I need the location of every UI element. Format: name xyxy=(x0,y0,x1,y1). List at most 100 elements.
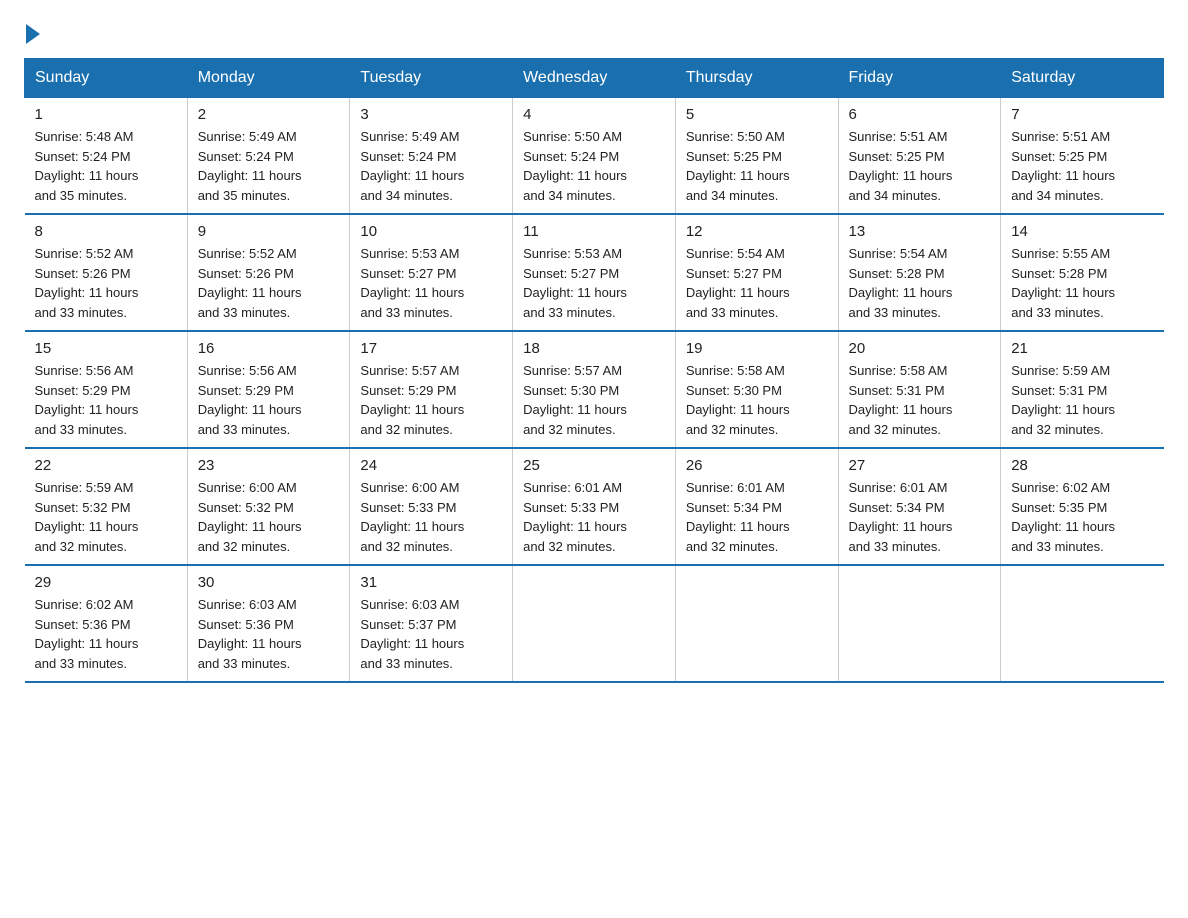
calendar-cell: 12 Sunrise: 5:54 AMSunset: 5:27 PMDaylig… xyxy=(675,214,838,331)
weekday-header-wednesday: Wednesday xyxy=(513,59,676,98)
day-info: Sunrise: 5:51 AMSunset: 5:25 PMDaylight:… xyxy=(1011,127,1153,205)
calendar-week-row: 1 Sunrise: 5:48 AMSunset: 5:24 PMDayligh… xyxy=(25,98,1164,215)
day-number: 2 xyxy=(198,106,340,123)
calendar-cell: 26 Sunrise: 6:01 AMSunset: 5:34 PMDaylig… xyxy=(675,448,838,565)
calendar-cell xyxy=(513,565,676,682)
day-number: 14 xyxy=(1011,223,1153,240)
calendar-week-row: 8 Sunrise: 5:52 AMSunset: 5:26 PMDayligh… xyxy=(25,214,1164,331)
day-number: 18 xyxy=(523,340,665,357)
day-number: 24 xyxy=(360,457,502,474)
calendar-cell: 14 Sunrise: 5:55 AMSunset: 5:28 PMDaylig… xyxy=(1001,214,1164,331)
calendar-cell: 7 Sunrise: 5:51 AMSunset: 5:25 PMDayligh… xyxy=(1001,98,1164,215)
day-number: 15 xyxy=(35,340,177,357)
calendar-cell: 3 Sunrise: 5:49 AMSunset: 5:24 PMDayligh… xyxy=(350,98,513,215)
day-info: Sunrise: 5:49 AMSunset: 5:24 PMDaylight:… xyxy=(198,127,340,205)
day-number: 23 xyxy=(198,457,340,474)
day-info: Sunrise: 5:52 AMSunset: 5:26 PMDaylight:… xyxy=(198,244,340,322)
day-info: Sunrise: 6:03 AMSunset: 5:36 PMDaylight:… xyxy=(198,595,340,673)
calendar-cell xyxy=(675,565,838,682)
day-number: 1 xyxy=(35,106,177,123)
day-info: Sunrise: 5:59 AMSunset: 5:32 PMDaylight:… xyxy=(35,478,177,556)
day-number: 27 xyxy=(849,457,991,474)
calendar-week-row: 29 Sunrise: 6:02 AMSunset: 5:36 PMDaylig… xyxy=(25,565,1164,682)
day-number: 28 xyxy=(1011,457,1153,474)
day-info: Sunrise: 6:02 AMSunset: 5:35 PMDaylight:… xyxy=(1011,478,1153,556)
day-info: Sunrise: 5:54 AMSunset: 5:28 PMDaylight:… xyxy=(849,244,991,322)
day-number: 10 xyxy=(360,223,502,240)
calendar-cell: 10 Sunrise: 5:53 AMSunset: 5:27 PMDaylig… xyxy=(350,214,513,331)
calendar-cell: 29 Sunrise: 6:02 AMSunset: 5:36 PMDaylig… xyxy=(25,565,188,682)
day-info: Sunrise: 5:58 AMSunset: 5:31 PMDaylight:… xyxy=(849,361,991,439)
calendar-cell: 8 Sunrise: 5:52 AMSunset: 5:26 PMDayligh… xyxy=(25,214,188,331)
calendar-cell: 30 Sunrise: 6:03 AMSunset: 5:36 PMDaylig… xyxy=(187,565,350,682)
day-number: 3 xyxy=(360,106,502,123)
calendar-header-row: SundayMondayTuesdayWednesdayThursdayFrid… xyxy=(25,59,1164,98)
calendar-cell: 17 Sunrise: 5:57 AMSunset: 5:29 PMDaylig… xyxy=(350,331,513,448)
calendar-cell: 19 Sunrise: 5:58 AMSunset: 5:30 PMDaylig… xyxy=(675,331,838,448)
weekday-header-sunday: Sunday xyxy=(25,59,188,98)
day-number: 13 xyxy=(849,223,991,240)
day-info: Sunrise: 6:03 AMSunset: 5:37 PMDaylight:… xyxy=(360,595,502,673)
day-info: Sunrise: 5:55 AMSunset: 5:28 PMDaylight:… xyxy=(1011,244,1153,322)
calendar-table: SundayMondayTuesdayWednesdayThursdayFrid… xyxy=(24,58,1164,683)
day-info: Sunrise: 6:01 AMSunset: 5:34 PMDaylight:… xyxy=(849,478,991,556)
calendar-cell: 13 Sunrise: 5:54 AMSunset: 5:28 PMDaylig… xyxy=(838,214,1001,331)
day-number: 7 xyxy=(1011,106,1153,123)
day-info: Sunrise: 5:57 AMSunset: 5:30 PMDaylight:… xyxy=(523,361,665,439)
day-number: 26 xyxy=(686,457,828,474)
calendar-cell: 20 Sunrise: 5:58 AMSunset: 5:31 PMDaylig… xyxy=(838,331,1001,448)
day-info: Sunrise: 5:51 AMSunset: 5:25 PMDaylight:… xyxy=(849,127,991,205)
day-number: 8 xyxy=(35,223,177,240)
calendar-cell: 23 Sunrise: 6:00 AMSunset: 5:32 PMDaylig… xyxy=(187,448,350,565)
day-info: Sunrise: 5:53 AMSunset: 5:27 PMDaylight:… xyxy=(523,244,665,322)
day-number: 20 xyxy=(849,340,991,357)
day-number: 4 xyxy=(523,106,665,123)
calendar-cell: 21 Sunrise: 5:59 AMSunset: 5:31 PMDaylig… xyxy=(1001,331,1164,448)
calendar-cell: 2 Sunrise: 5:49 AMSunset: 5:24 PMDayligh… xyxy=(187,98,350,215)
calendar-cell: 5 Sunrise: 5:50 AMSunset: 5:25 PMDayligh… xyxy=(675,98,838,215)
calendar-cell: 24 Sunrise: 6:00 AMSunset: 5:33 PMDaylig… xyxy=(350,448,513,565)
weekday-header-saturday: Saturday xyxy=(1001,59,1164,98)
day-info: Sunrise: 6:02 AMSunset: 5:36 PMDaylight:… xyxy=(35,595,177,673)
day-number: 31 xyxy=(360,574,502,591)
weekday-header-thursday: Thursday xyxy=(675,59,838,98)
day-info: Sunrise: 5:50 AMSunset: 5:24 PMDaylight:… xyxy=(523,127,665,205)
calendar-cell: 18 Sunrise: 5:57 AMSunset: 5:30 PMDaylig… xyxy=(513,331,676,448)
calendar-cell: 4 Sunrise: 5:50 AMSunset: 5:24 PMDayligh… xyxy=(513,98,676,215)
day-number: 12 xyxy=(686,223,828,240)
day-number: 9 xyxy=(198,223,340,240)
day-number: 11 xyxy=(523,223,665,240)
calendar-week-row: 15 Sunrise: 5:56 AMSunset: 5:29 PMDaylig… xyxy=(25,331,1164,448)
calendar-week-row: 22 Sunrise: 5:59 AMSunset: 5:32 PMDaylig… xyxy=(25,448,1164,565)
day-number: 16 xyxy=(198,340,340,357)
day-info: Sunrise: 5:54 AMSunset: 5:27 PMDaylight:… xyxy=(686,244,828,322)
day-info: Sunrise: 5:53 AMSunset: 5:27 PMDaylight:… xyxy=(360,244,502,322)
day-info: Sunrise: 5:48 AMSunset: 5:24 PMDaylight:… xyxy=(35,127,177,205)
calendar-cell xyxy=(1001,565,1164,682)
weekday-header-monday: Monday xyxy=(187,59,350,98)
day-number: 17 xyxy=(360,340,502,357)
calendar-cell: 1 Sunrise: 5:48 AMSunset: 5:24 PMDayligh… xyxy=(25,98,188,215)
day-info: Sunrise: 6:01 AMSunset: 5:33 PMDaylight:… xyxy=(523,478,665,556)
calendar-cell: 11 Sunrise: 5:53 AMSunset: 5:27 PMDaylig… xyxy=(513,214,676,331)
day-number: 19 xyxy=(686,340,828,357)
calendar-cell: 22 Sunrise: 5:59 AMSunset: 5:32 PMDaylig… xyxy=(25,448,188,565)
day-info: Sunrise: 5:52 AMSunset: 5:26 PMDaylight:… xyxy=(35,244,177,322)
day-info: Sunrise: 5:58 AMSunset: 5:30 PMDaylight:… xyxy=(686,361,828,439)
day-number: 22 xyxy=(35,457,177,474)
day-number: 21 xyxy=(1011,340,1153,357)
day-number: 25 xyxy=(523,457,665,474)
calendar-cell: 27 Sunrise: 6:01 AMSunset: 5:34 PMDaylig… xyxy=(838,448,1001,565)
day-info: Sunrise: 5:50 AMSunset: 5:25 PMDaylight:… xyxy=(686,127,828,205)
calendar-cell: 31 Sunrise: 6:03 AMSunset: 5:37 PMDaylig… xyxy=(350,565,513,682)
day-info: Sunrise: 6:00 AMSunset: 5:32 PMDaylight:… xyxy=(198,478,340,556)
calendar-cell: 15 Sunrise: 5:56 AMSunset: 5:29 PMDaylig… xyxy=(25,331,188,448)
day-info: Sunrise: 6:00 AMSunset: 5:33 PMDaylight:… xyxy=(360,478,502,556)
day-number: 29 xyxy=(35,574,177,591)
day-number: 5 xyxy=(686,106,828,123)
calendar-cell: 28 Sunrise: 6:02 AMSunset: 5:35 PMDaylig… xyxy=(1001,448,1164,565)
logo-arrow-icon xyxy=(26,24,40,44)
day-number: 30 xyxy=(198,574,340,591)
calendar-cell xyxy=(838,565,1001,682)
day-info: Sunrise: 5:56 AMSunset: 5:29 PMDaylight:… xyxy=(35,361,177,439)
